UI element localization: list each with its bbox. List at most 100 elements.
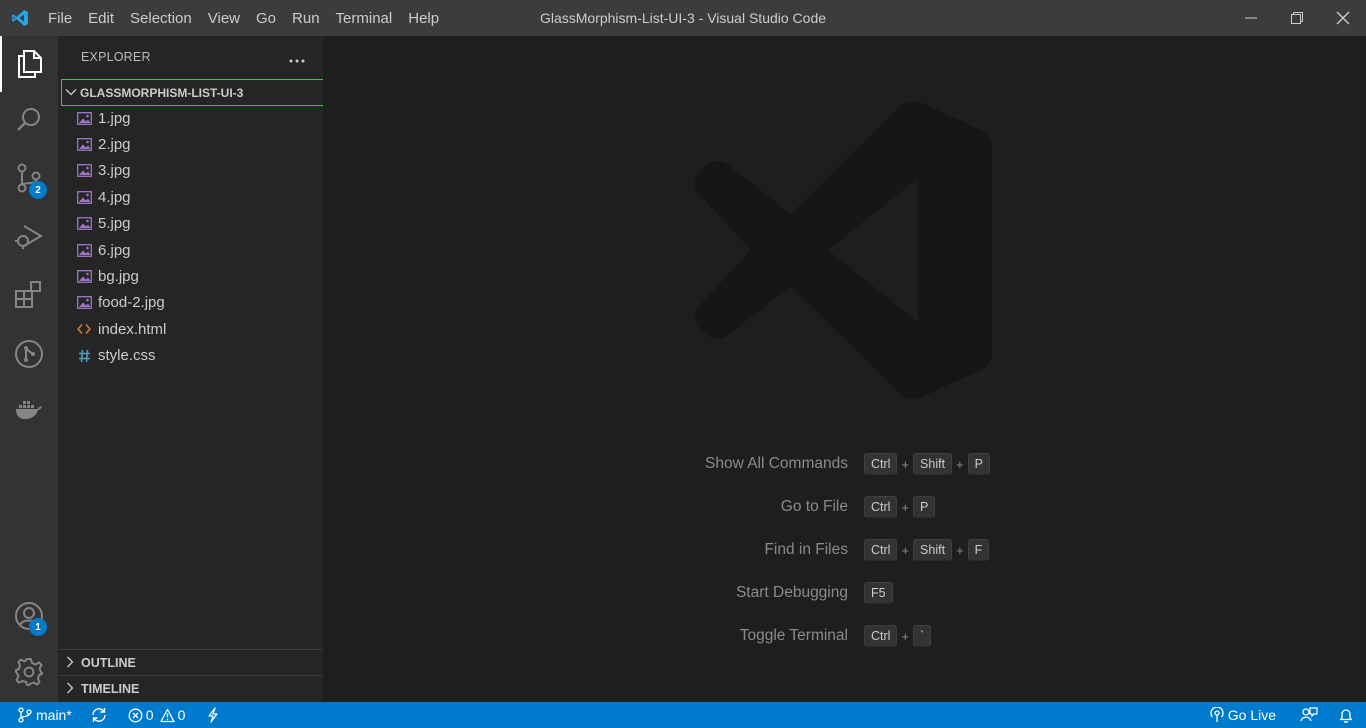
shortcut-row: Go to File Ctrl + P	[323, 495, 1366, 519]
shortcut-label: Go to File	[780, 498, 848, 515]
settings-gear-icon[interactable]	[0, 644, 58, 700]
image-file-icon	[76, 110, 92, 126]
chevron-down-icon	[65, 83, 77, 102]
keycap: Ctrl	[864, 453, 898, 475]
file-name: 1.jpg	[98, 109, 131, 127]
file-item[interactable]: bg.jpg	[58, 263, 323, 289]
image-file-icon	[76, 216, 92, 232]
menu-selection[interactable]: Selection	[122, 0, 200, 36]
file-item[interactable]: 5.jpg	[58, 211, 323, 237]
timeline-section[interactable]: TIMELINE	[58, 675, 323, 701]
shortcut-keys: Ctrl + Shift + F	[864, 539, 990, 561]
shortcut-keys: Ctrl + Shift + P	[864, 453, 990, 475]
file-item[interactable]: 4.jpg	[58, 184, 323, 210]
menu-edit[interactable]: Edit	[80, 0, 122, 36]
keycap: `	[913, 625, 932, 647]
shortcut-label: Toggle Terminal	[739, 627, 848, 644]
broadcast-icon	[1210, 707, 1224, 722]
docker-icon[interactable]	[0, 382, 58, 438]
keycap: Ctrl	[864, 625, 898, 647]
file-item[interactable]: 3.jpg	[58, 158, 323, 184]
key-separator: +	[901, 499, 910, 515]
key-separator: +	[956, 456, 964, 472]
extensions-icon[interactable]	[0, 266, 58, 322]
accounts-icon[interactable]: 1	[0, 588, 58, 644]
file-item[interactable]: 6.jpg	[58, 237, 323, 263]
explorer-icon[interactable]	[0, 36, 58, 92]
shortcut-keys: Ctrl + `	[864, 625, 932, 647]
file-item[interactable]: index.html	[58, 316, 323, 342]
source-control-badge: 2	[29, 181, 47, 199]
editor-area: Show All Commands Ctrl + Shift + P Go to File C…	[323, 36, 1366, 702]
file-item[interactable]: 1.jpg	[58, 105, 323, 131]
key-separator: +	[901, 542, 910, 558]
keycap: Shift	[913, 453, 953, 475]
feedback-icon[interactable]	[1294, 702, 1324, 728]
error-count: 0	[145, 707, 154, 723]
close-window-button[interactable]	[1320, 0, 1366, 36]
file-name: bg.jpg	[98, 268, 139, 286]
problems-indicator[interactable]: 0 0	[122, 702, 192, 728]
activity-bar: 2 1	[0, 36, 58, 702]
menu-run[interactable]: Run	[284, 0, 328, 36]
search-icon[interactable]	[0, 92, 58, 148]
git-graph-icon[interactable]	[0, 326, 58, 382]
keycap: Ctrl	[864, 496, 898, 518]
accounts-badge: 1	[29, 618, 47, 636]
go-live-label: Go Live	[1227, 707, 1276, 723]
minimize-button[interactable]	[1228, 0, 1274, 36]
error-icon	[128, 708, 143, 722]
run-debug-icon[interactable]	[0, 208, 58, 264]
menu-help[interactable]: Help	[400, 0, 447, 36]
restore-button[interactable]	[1274, 0, 1320, 36]
image-file-icon	[76, 137, 92, 153]
key-separator: +	[956, 542, 964, 558]
notifications-bell-icon[interactable]	[1332, 702, 1360, 728]
lightning-icon[interactable]	[201, 702, 225, 728]
keycap: F5	[864, 582, 893, 604]
go-live-button[interactable]: Go Live	[1204, 702, 1282, 728]
more-actions-icon[interactable]	[289, 48, 305, 67]
keycap: Ctrl	[864, 539, 898, 561]
shortcut-row: Show All Commands Ctrl + Shift + P	[323, 452, 1366, 476]
file-name: 6.jpg	[98, 241, 131, 259]
shortcut-label: Show All Commands	[704, 455, 848, 472]
keycap: Shift	[913, 539, 953, 561]
source-control-icon[interactable]: 2	[0, 150, 58, 206]
vscode-watermark-icon	[693, 100, 993, 404]
branch-indicator[interactable]: main*	[12, 702, 78, 728]
status-bar: main* 0 0 Go Live	[0, 702, 1366, 728]
menu-file[interactable]: File	[40, 0, 80, 36]
css-file-icon	[76, 348, 92, 364]
image-file-icon	[76, 163, 92, 179]
menu-terminal[interactable]: Terminal	[328, 0, 401, 36]
shortcut-row: Find in Files Ctrl + Shift + F	[323, 538, 1366, 562]
sync-button[interactable]	[84, 702, 114, 728]
status-bar-right: Go Live	[1204, 702, 1360, 728]
folder-label: GLASSMORPHISM-LIST-UI-3	[80, 85, 244, 100]
file-name: 5.jpg	[98, 215, 131, 233]
sync-icon	[92, 708, 106, 722]
window-controls	[1228, 0, 1366, 36]
keycap: P	[967, 453, 990, 475]
file-name: 2.jpg	[98, 136, 131, 154]
chevron-right-icon	[64, 679, 76, 698]
html-file-icon	[76, 321, 92, 337]
keycap: P	[913, 496, 936, 518]
warning-icon	[159, 708, 175, 722]
sidebar-header: EXPLORER	[58, 36, 323, 78]
outline-section[interactable]: OUTLINE	[58, 649, 323, 675]
image-file-icon	[76, 242, 92, 258]
git-branch-icon	[18, 707, 32, 723]
explorer-sidebar: EXPLORER GLASSMORPHISM-LIST-UI-3 1.jpg 2.…	[58, 36, 346, 702]
shortcut-label: Find in Files	[764, 541, 848, 558]
image-file-icon	[76, 295, 92, 311]
file-item[interactable]: 2.jpg	[58, 131, 323, 157]
workspace-folder[interactable]: GLASSMORPHISM-LIST-UI-3	[61, 79, 346, 106]
file-item[interactable]: food-2.jpg	[58, 290, 323, 316]
menu-go[interactable]: Go	[248, 0, 284, 36]
file-name: style.css	[98, 347, 156, 365]
menu-view[interactable]: View	[200, 0, 248, 36]
file-item[interactable]: style.css	[58, 343, 323, 369]
file-name: 4.jpg	[98, 188, 131, 206]
